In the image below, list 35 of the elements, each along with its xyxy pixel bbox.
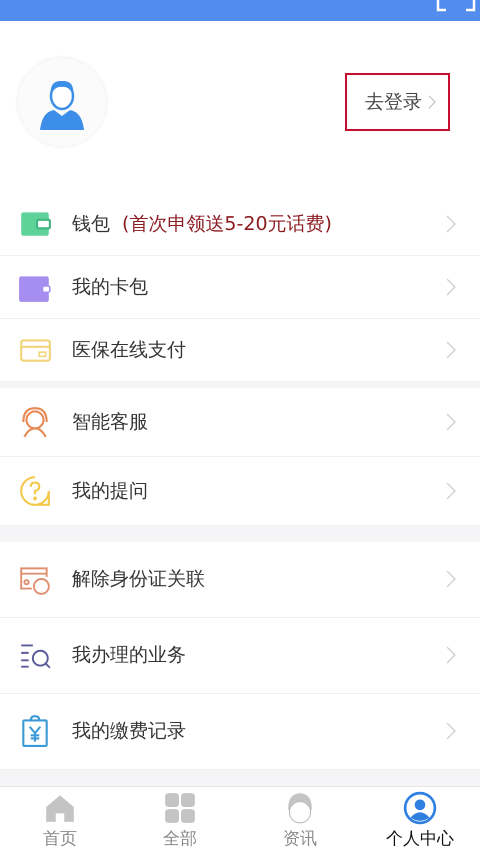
tab[interactable]: 个人中心 [360,786,480,854]
menu-label: 医保在线支付 [72,338,186,363]
question-icon [18,474,52,508]
login-button[interactable]: 去登录 [345,72,450,131]
tab[interactable]: 全部 [120,786,240,854]
chevron-right-icon [446,412,456,431]
chevron-right-icon [446,214,456,233]
menu-item[interactable]: 解除身份证关联 [0,542,480,618]
menu-label: 钱包 [72,212,110,237]
chevron-right-icon [446,570,456,588]
profile-icon [403,790,437,825]
menu-item[interactable]: 智能客服 [0,388,480,457]
menu-item[interactable]: 我的缴费记录 [0,694,480,770]
tab[interactable]: 首页 [0,786,120,854]
chevron-right-icon [446,340,456,359]
grid-icon [163,790,197,825]
menu-label: 我办理的业务 [72,643,186,668]
chevron-right-icon [446,646,456,664]
menu-item[interactable]: 医保在线支付 [0,318,480,382]
menu-item[interactable]: 我办理的业务 [0,618,480,694]
chevron-right-icon [446,482,456,500]
menu-label: 解除身份证关联 [72,567,205,592]
menu-label: 智能客服 [72,410,148,435]
tab[interactable]: 资讯 [240,786,360,854]
fullscreen-icon[interactable] [436,0,476,12]
menu-label: 我的提问 [72,478,148,504]
menu-label: 我的缴费记录 [72,719,186,744]
chevron-right-icon [446,278,456,296]
promo-note: (首次申领送5-20元话费) [122,212,332,237]
menu-item[interactable]: 我的卡包 [0,256,480,319]
menu-item[interactable]: 我的提问 [0,456,480,526]
chevron-right-icon [446,722,456,740]
menu-label: 我的卡包 [72,274,148,300]
menu-item[interactable]: 钱包 (首次申领送5-20元话费) [0,192,480,256]
chevron-right-icon [428,94,436,109]
